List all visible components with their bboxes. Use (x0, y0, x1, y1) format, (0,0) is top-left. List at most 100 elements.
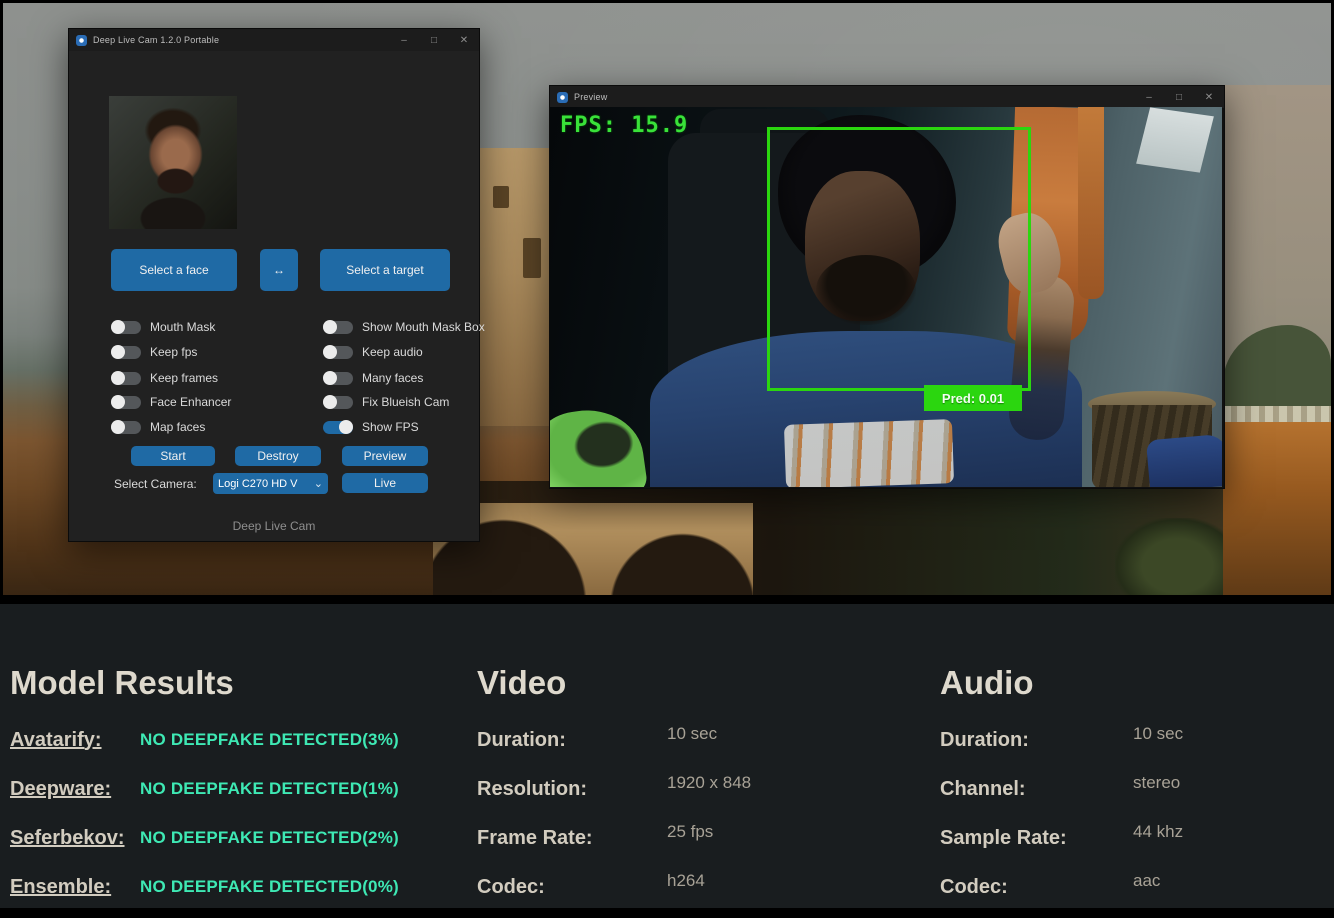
model-result-value: NO DEEPFAKE DETECTED(2%) (140, 828, 399, 848)
toggle-label: Mouth Mask (150, 320, 215, 334)
toggle-mouth-mask[interactable]: Mouth Mask (111, 319, 215, 335)
model-name: Avatarify: (10, 729, 140, 752)
close-icon[interactable]: ✕ (1194, 86, 1224, 108)
info-value: 10 sec (667, 724, 717, 744)
section-title: Model Results (10, 662, 465, 704)
wallpaper-bush (1115, 518, 1240, 595)
info-label: Frame Rate: (477, 827, 667, 850)
toggle-switch[interactable] (323, 396, 353, 409)
video-info-row: Resolution: 1920 x 848 (477, 776, 927, 802)
swap-faces-button[interactable]: ↔ (260, 249, 298, 291)
toggle-show-mouth-mask-box[interactable]: Show Mouth Mask Box (323, 319, 485, 335)
info-label: Channel: (940, 778, 1133, 801)
info-value: h264 (667, 871, 705, 891)
toggle-many-faces[interactable]: Many faces (323, 370, 423, 386)
model-result-row: Avatarify: NO DEEPFAKE DETECTED(3%) (10, 727, 465, 753)
wallpaper-tower-window (523, 238, 541, 278)
toggle-label: Face Enhancer (150, 395, 231, 409)
minimize-icon[interactable]: – (389, 29, 419, 51)
start-button[interactable]: Start (131, 446, 215, 466)
toggle-label: Show FPS (362, 420, 419, 434)
model-name: Ensemble: (10, 876, 140, 899)
face-detection-box (767, 127, 1031, 391)
wallpaper-orange-ground (1223, 422, 1331, 595)
info-value: 44 khz (1133, 822, 1183, 842)
toggle-keep-frames[interactable]: Keep frames (111, 370, 218, 386)
toggle-map-faces[interactable]: Map faces (111, 419, 205, 435)
model-result-row: Ensemble: NO DEEPFAKE DETECTED(0%) (10, 874, 465, 900)
live-button[interactable]: Live (342, 473, 428, 493)
toggle-switch[interactable] (111, 421, 141, 434)
app-footer-label: Deep Live Cam (69, 519, 479, 533)
model-result-value: NO DEEPFAKE DETECTED(1%) (140, 779, 399, 799)
toggle-label: Show Mouth Mask Box (362, 320, 485, 334)
toggle-switch[interactable] (111, 321, 141, 334)
info-label: Codec: (477, 876, 667, 899)
audio-info-row: Duration: 10 sec (940, 727, 1330, 753)
camera-dropdown-value: Logi C270 HD V (218, 478, 314, 490)
results-panel: Model Results Avatarify: NO DEEPFAKE DET… (0, 604, 1334, 908)
toggle-label: Fix Blueish Cam (362, 395, 449, 409)
preview-button[interactable]: Preview (342, 446, 428, 466)
toggle-keep-audio[interactable]: Keep audio (323, 344, 423, 360)
video-info-row: Codec: h264 (477, 874, 927, 900)
toggle-label: Keep audio (362, 345, 423, 359)
toggle-switch[interactable] (323, 421, 353, 434)
blue-cloth (1146, 434, 1222, 487)
camera-dropdown[interactable]: Logi C270 HD V ⌄ (213, 473, 328, 494)
close-icon[interactable]: ✕ (449, 29, 479, 51)
toggle-switch[interactable] (111, 396, 141, 409)
destroy-button[interactable]: Destroy (235, 446, 321, 466)
model-result-value: NO DEEPFAKE DETECTED(3%) (140, 730, 399, 750)
toggle-switch[interactable] (323, 372, 353, 385)
toggle-keep-fps[interactable]: Keep fps (111, 344, 197, 360)
info-label: Sample Rate: (940, 827, 1133, 850)
app-icon (557, 92, 568, 103)
select-target-button[interactable]: Select a target (320, 249, 450, 291)
toggle-switch[interactable] (323, 346, 353, 359)
toggle-label: Keep frames (150, 371, 218, 385)
window-title: Preview (574, 92, 607, 102)
model-results-section: Model Results Avatarify: NO DEEPFAKE DET… (10, 604, 465, 908)
toggle-label: Many faces (362, 371, 423, 385)
audio-info-row: Channel: stereo (940, 776, 1330, 802)
info-value: stereo (1133, 773, 1180, 793)
section-title: Audio (940, 662, 1330, 704)
hanging-orange-cloth (1078, 107, 1104, 299)
toggle-show-fps[interactable]: Show FPS (323, 419, 419, 435)
info-label: Resolution: (477, 778, 667, 801)
toggle-label: Keep fps (150, 345, 197, 359)
audio-info-row: Codec: aac (940, 874, 1330, 900)
toggle-switch[interactable] (111, 372, 141, 385)
maximize-icon[interactable]: □ (1164, 86, 1194, 108)
video-info-section: Video Duration: 10 sec Resolution: 1920 … (477, 604, 927, 908)
maximize-icon[interactable]: □ (419, 29, 449, 51)
wallpaper-arch-bridge (433, 503, 753, 595)
wallpaper-tower-window (493, 186, 509, 208)
video-info-row: Duration: 10 sec (477, 727, 927, 753)
model-result-row: Deepware: NO DEEPFAKE DETECTED(1%) (10, 776, 465, 802)
toggle-label: Map faces (150, 420, 205, 434)
minimize-icon[interactable]: – (1134, 86, 1164, 108)
toggle-switch[interactable] (111, 346, 141, 359)
wall-paper-sheet (1136, 107, 1214, 172)
webcam-feed: Pred: 0.01 FPS: 15.9 (550, 107, 1222, 487)
toggle-fix-blueish-cam[interactable]: Fix Blueish Cam (323, 394, 449, 410)
preview-window: Preview – □ ✕ Pred: 0.01 FPS: 15.9 (549, 85, 1225, 489)
toggle-face-enhancer[interactable]: Face Enhancer (111, 394, 231, 410)
info-value: aac (1133, 871, 1160, 891)
audio-info-section: Audio Duration: 10 sec Channel: stereo S… (940, 604, 1330, 908)
video-info-row: Frame Rate: 25 fps (477, 825, 927, 851)
fps-counter: FPS: 15.9 (560, 113, 688, 138)
toggle-switch[interactable] (323, 321, 353, 334)
model-result-row: Seferbekov: NO DEEPFAKE DETECTED(2%) (10, 825, 465, 851)
dlc-titlebar[interactable]: Deep Live Cam 1.2.0 Portable – □ ✕ (69, 29, 479, 51)
source-face-image (109, 96, 237, 229)
info-value: 10 sec (1133, 724, 1183, 744)
preview-titlebar[interactable]: Preview – □ ✕ (550, 86, 1224, 108)
prediction-label: Pred: 0.01 (924, 385, 1022, 411)
audio-info-row: Sample Rate: 44 khz (940, 825, 1330, 851)
info-value: 1920 x 848 (667, 773, 751, 793)
select-face-button[interactable]: Select a face (111, 249, 237, 291)
model-result-value: NO DEEPFAKE DETECTED(0%) (140, 877, 399, 897)
